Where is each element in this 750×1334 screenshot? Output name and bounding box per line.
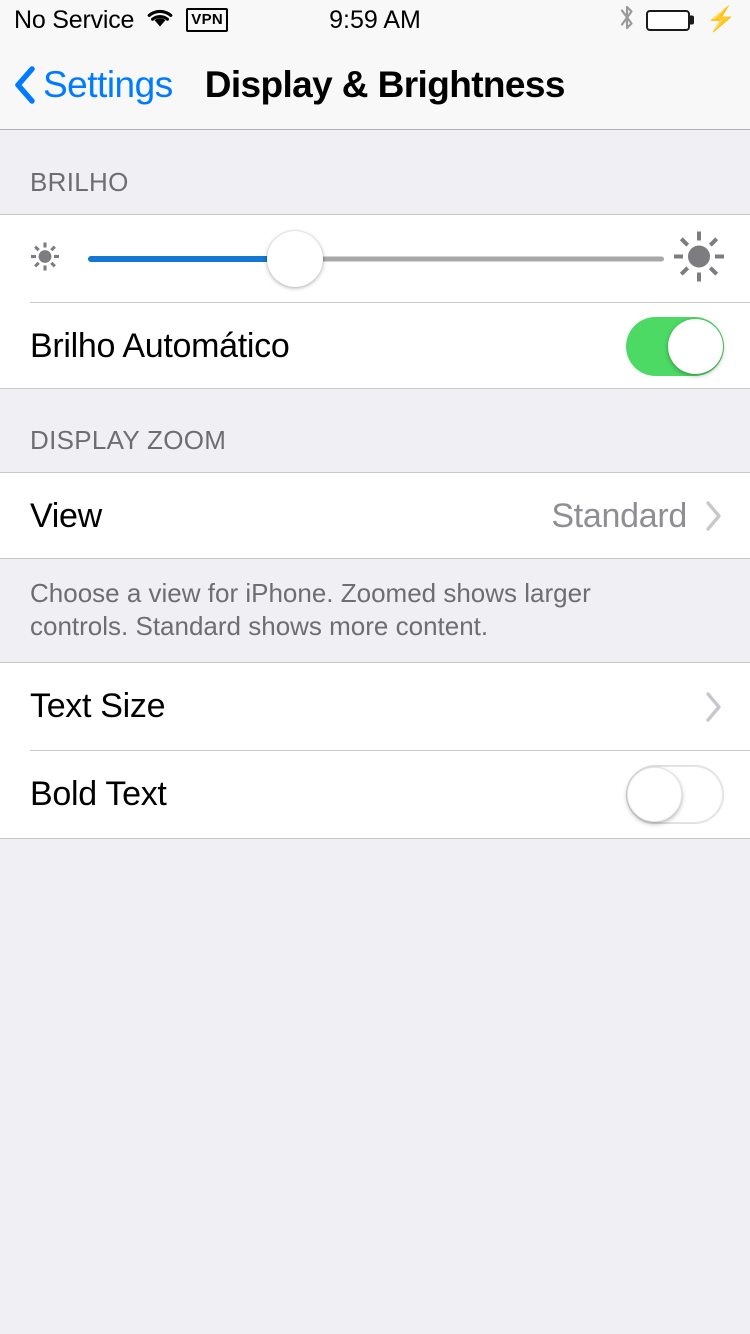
back-button[interactable]: Settings bbox=[14, 64, 173, 106]
row-label: View bbox=[30, 496, 102, 535]
status-bar-right: ⚡ bbox=[619, 0, 736, 40]
divider bbox=[0, 388, 750, 389]
row-label: Text Size bbox=[30, 687, 166, 726]
slider-thumb[interactable] bbox=[267, 231, 324, 287]
row-text-size[interactable]: Text Size bbox=[0, 662, 750, 751]
row-bold-text[interactable]: Bold Text bbox=[0, 750, 750, 839]
brightness-slider-row[interactable] bbox=[0, 215, 750, 303]
clock-label: 9:59 AM bbox=[329, 5, 421, 34]
slider-track-fill bbox=[88, 256, 296, 262]
divider bbox=[0, 558, 750, 559]
row-label: Brilho Automático bbox=[30, 326, 290, 365]
status-bar: No Service VPN 9:59 AM ⚡ bbox=[0, 0, 750, 40]
sun-large-icon bbox=[668, 226, 730, 293]
navigation-bar: Settings Display & Brightness bbox=[0, 40, 750, 130]
bold-text-toggle[interactable] bbox=[626, 765, 724, 825]
bluetooth-icon bbox=[619, 4, 635, 36]
chevron-right-icon bbox=[704, 499, 724, 533]
lightning-bolt-icon: ⚡ bbox=[706, 6, 736, 33]
slider-track[interactable] bbox=[88, 231, 664, 287]
toggle-knob bbox=[668, 318, 723, 374]
row-auto-brightness[interactable]: Brilho Automático bbox=[0, 303, 750, 389]
back-button-label: Settings bbox=[43, 63, 173, 105]
row-value: Standard bbox=[551, 496, 687, 535]
section-footer-display-zoom: Choose a view for iPhone. Zoomed shows l… bbox=[0, 559, 750, 662]
section-header-display-zoom: DISPLAY ZOOM bbox=[30, 425, 227, 455]
row-view[interactable]: View Standard bbox=[0, 473, 750, 559]
chevron-right-icon bbox=[704, 690, 724, 724]
section-header-brightness: BRILHO bbox=[30, 167, 129, 197]
settings-list: BRILHO Brilho Automático DISPLAY ZOOM Vi… bbox=[0, 131, 750, 1334]
auto-brightness-toggle[interactable] bbox=[626, 316, 724, 376]
toggle-knob bbox=[627, 767, 682, 823]
divider bbox=[0, 837, 750, 839]
chevron-left-icon bbox=[14, 65, 36, 104]
sun-small-icon bbox=[25, 237, 65, 282]
brightness-slider[interactable] bbox=[0, 215, 750, 303]
row-label: Bold Text bbox=[30, 775, 167, 814]
page-title: Display & Brightness bbox=[204, 63, 566, 105]
iphone-screen: No Service VPN 9:59 AM ⚡ Settings Displa… bbox=[0, 0, 750, 1334]
battery-icon bbox=[646, 9, 695, 31]
